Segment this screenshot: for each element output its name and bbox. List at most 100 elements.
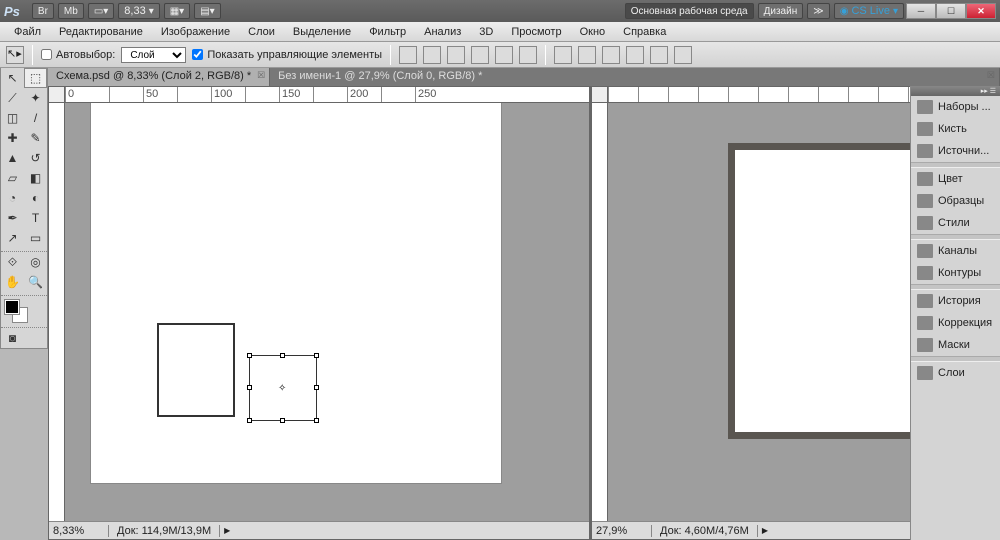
move-tool-icon[interactable]: ↖▸	[6, 46, 24, 64]
tool-move[interactable]: ↖	[1, 68, 24, 88]
transform-handle[interactable]	[314, 385, 319, 390]
distribute-icon-5[interactable]	[650, 46, 668, 64]
ruler-horizontal[interactable]: 0 50 100 150 200 250	[65, 87, 589, 103]
workspace-design-button[interactable]: Дизайн	[758, 3, 804, 19]
transform-handle[interactable]	[247, 385, 252, 390]
transform-handle[interactable]	[247, 353, 252, 358]
panel-adjustments[interactable]: Коррекция	[911, 312, 1000, 334]
doc-info[interactable]: Док: 114,9M/13,9M	[109, 525, 220, 537]
distribute-icon-6[interactable]	[674, 46, 692, 64]
tool-shape[interactable]: ▭	[24, 228, 47, 248]
zoom-field[interactable]: 27,9%	[592, 525, 652, 537]
close-button[interactable]: ✕	[966, 3, 996, 19]
panel-masks[interactable]: Маски	[911, 334, 1000, 356]
panel-swatches[interactable]: Образцы	[911, 190, 1000, 212]
panel-styles[interactable]: Стили	[911, 212, 1000, 234]
tool-3d-cam[interactable]: ◎	[24, 252, 47, 272]
ruler-corner[interactable]	[592, 87, 608, 103]
panel-layers[interactable]: Слои	[911, 362, 1000, 384]
shape-rect-2-selected[interactable]: ✧	[249, 355, 317, 421]
menu-analysis[interactable]: Анализ	[416, 24, 469, 40]
color-swatch[interactable]	[1, 296, 47, 324]
maximize-button[interactable]: ☐	[936, 3, 966, 19]
quick-mask-button[interactable]: ◙	[1, 328, 24, 348]
align-icon-3[interactable]	[447, 46, 465, 64]
doc-tab-2[interactable]: Без имени-1 @ 27,9% (Слой 0, RGB/8) *☒	[270, 68, 1000, 86]
menu-filter[interactable]: Фильтр	[361, 24, 414, 40]
show-controls-checkbox[interactable]: Показать управляющие элементы	[192, 49, 382, 61]
menu-3d[interactable]: 3D	[471, 24, 501, 40]
tool-lasso[interactable]: ⟋	[1, 88, 24, 108]
tool-eraser[interactable]: ▱	[1, 168, 24, 188]
menu-image[interactable]: Изображение	[153, 24, 238, 40]
distribute-icon-4[interactable]	[626, 46, 644, 64]
tool-stamp[interactable]: ▲	[1, 148, 24, 168]
autoselect-target[interactable]: Слой	[121, 47, 186, 63]
cslive-button[interactable]: ◉ CS Live ▾	[834, 3, 904, 19]
shape-rect-1[interactable]	[157, 323, 235, 417]
panel-collapse-bar[interactable]: ▸▸ ☰	[911, 86, 1000, 96]
menu-edit[interactable]: Редактирование	[51, 24, 151, 40]
extras-button[interactable]: ▤▾	[194, 3, 220, 19]
tool-heal[interactable]: ✚	[1, 128, 24, 148]
screen-mode-button[interactable]: ▭▾	[88, 3, 114, 19]
tool-history-brush[interactable]: ↺	[24, 148, 47, 168]
panel-brush[interactable]: Кисть	[911, 118, 1000, 140]
bridge-button[interactable]: Br	[32, 3, 54, 19]
tool-brush[interactable]: ✎	[24, 128, 47, 148]
canvas-area-1[interactable]: ✧	[65, 103, 589, 521]
tool-gradient[interactable]: ◧	[24, 168, 47, 188]
menu-select[interactable]: Выделение	[285, 24, 359, 40]
tool-eyedropper[interactable]: /	[24, 108, 47, 128]
tool-dodge[interactable]: ◐	[24, 188, 47, 208]
tool-crop[interactable]: ◫	[1, 108, 24, 128]
canvas-1[interactable]: ✧	[91, 103, 501, 483]
autoselect-checkbox[interactable]: Автовыбор:	[41, 49, 115, 61]
minimize-button[interactable]: ─	[906, 3, 936, 19]
ruler-corner[interactable]	[49, 87, 65, 103]
align-icon-6[interactable]	[519, 46, 537, 64]
distribute-icon-3[interactable]	[602, 46, 620, 64]
tool-3d[interactable]: ⟐	[1, 252, 24, 272]
close-tab-icon[interactable]: ☒	[257, 70, 265, 81]
menu-layer[interactable]: Слои	[240, 24, 283, 40]
transform-handle[interactable]	[314, 353, 319, 358]
align-icon-1[interactable]	[399, 46, 417, 64]
info-menu-icon[interactable]: ▶	[762, 526, 768, 535]
tool-wand[interactable]: ✦	[24, 88, 47, 108]
align-icon-4[interactable]	[471, 46, 489, 64]
panel-color[interactable]: Цвет	[911, 168, 1000, 190]
transform-handle[interactable]	[314, 418, 319, 423]
menu-help[interactable]: Справка	[615, 24, 674, 40]
ruler-vertical[interactable]	[49, 103, 65, 521]
tool-zoom[interactable]: 🔍	[24, 272, 47, 292]
distribute-icon-2[interactable]	[578, 46, 596, 64]
tool-blur[interactable]: ◔	[1, 188, 24, 208]
doc-info[interactable]: Док: 4,60M/4,76M	[652, 525, 758, 537]
doc-tab-1[interactable]: Схема.psd @ 8,33% (Слой 2, RGB/8) *☒	[48, 68, 270, 86]
tool-path-select[interactable]: ↗	[1, 228, 24, 248]
transform-handle[interactable]	[280, 418, 285, 423]
panel-channels[interactable]: Каналы	[911, 240, 1000, 262]
align-icon-5[interactable]	[495, 46, 513, 64]
menu-window[interactable]: Окно	[572, 24, 614, 40]
zoom-field[interactable]: 8,33%	[49, 525, 109, 537]
arrange-documents-button[interactable]: ▦▾	[164, 3, 190, 19]
minibridge-button[interactable]: Mb	[58, 3, 84, 19]
info-menu-icon[interactable]: ▶	[224, 526, 230, 535]
transform-handle[interactable]	[280, 353, 285, 358]
workspace-more-button[interactable]: ≫	[807, 3, 829, 19]
distribute-icon-1[interactable]	[554, 46, 572, 64]
zoom-level-button[interactable]: 8,33 ▾	[118, 3, 159, 19]
panel-paths[interactable]: Контуры	[911, 262, 1000, 284]
transform-handle[interactable]	[247, 418, 252, 423]
tool-marquee[interactable]: ⬚	[24, 68, 47, 88]
panel-presets[interactable]: Наборы ...	[911, 96, 1000, 118]
ruler-vertical[interactable]	[592, 103, 608, 521]
close-tab-icon[interactable]: ☒	[987, 70, 995, 81]
tool-type[interactable]: T	[24, 208, 47, 228]
align-icon-2[interactable]	[423, 46, 441, 64]
panel-history[interactable]: История	[911, 290, 1000, 312]
tool-pen[interactable]: ✒	[1, 208, 24, 228]
menu-file[interactable]: Файл	[6, 24, 49, 40]
